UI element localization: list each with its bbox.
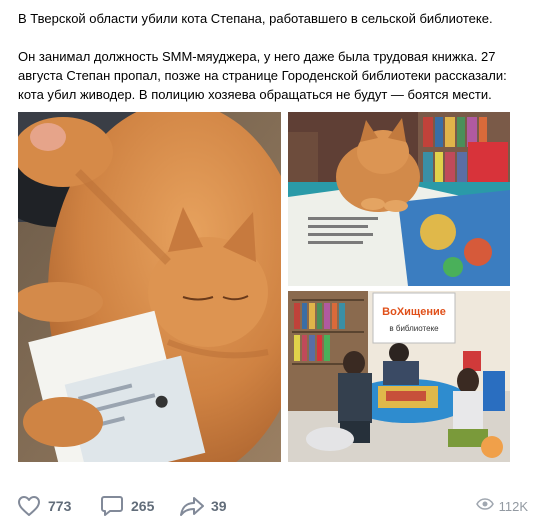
library-sign-title: ВоХищение [382,306,446,318]
photo-cat-with-work-book[interactable] [18,112,281,462]
library-sign-subtitle: в библиотеке [389,324,439,333]
comment-icon [99,493,125,519]
photo-cat-with-work-book-image [18,112,281,462]
like-count: 773 [48,498,72,514]
like-button[interactable]: 773 [16,486,71,526]
post-text-line: Он занимал должность SMM-мяуджера, у нег… [18,49,496,64]
photo-children-in-library[interactable]: ВоХищение в библиотеке [288,291,510,462]
post-text-line: августа Степан пропал, позже на странице… [18,68,507,83]
eye-icon [475,497,494,515]
post-text-line: В Тверской области убили кота Степана, р… [18,11,493,26]
share-count: 39 [211,498,227,514]
comment-button[interactable]: 265 [99,486,154,526]
post-text-line: кота убил живодер. В полицию хозяева обр… [18,87,492,102]
heart-icon [16,493,42,519]
share-arrow-icon [179,493,205,519]
view-count: 112K [498,498,528,514]
photo-cat-on-book[interactable] [288,112,510,286]
post-text: В Тверской области убили кота Степана, р… [18,9,528,104]
share-button[interactable]: 39 [179,486,227,526]
photo-cat-on-book-image [288,112,510,286]
post-actions-bar: 773 265 39 112K [0,486,540,526]
comment-count: 265 [131,498,155,514]
view-counter: 112K [475,486,528,526]
photo-children-in-library-image: ВоХищение в библиотеке [288,291,510,462]
